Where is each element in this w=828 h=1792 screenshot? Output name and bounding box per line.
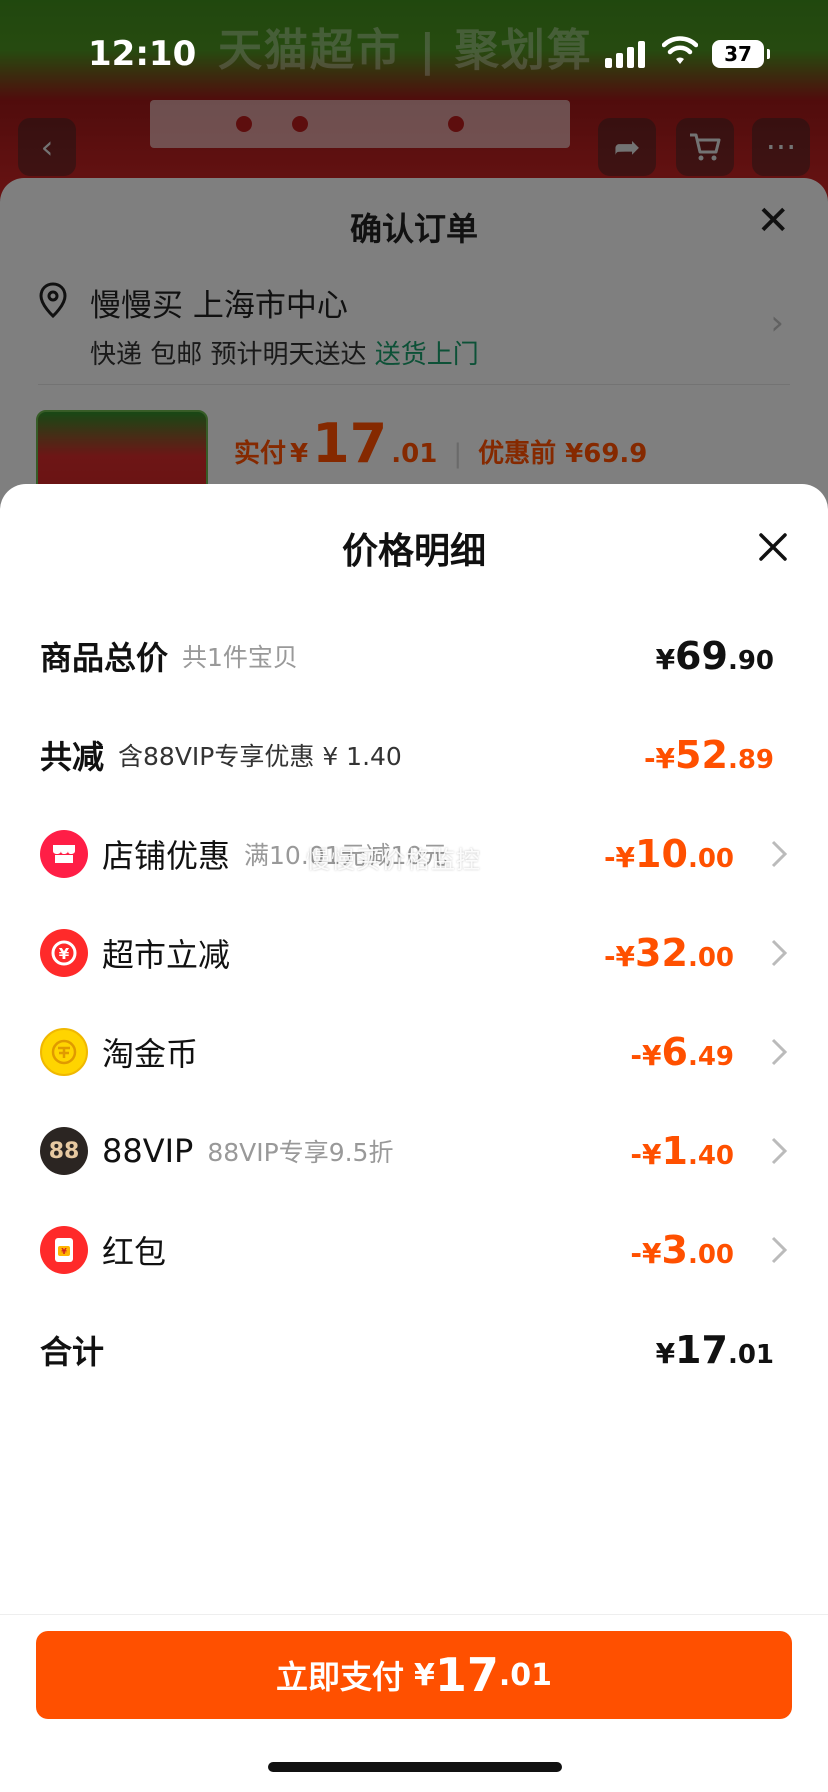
row-supermarket-discount[interactable]: ¥ 超市立减 -¥ 32 .00 — [40, 923, 788, 983]
supermarket-discount-icon: ¥ — [40, 929, 88, 977]
pay-button-decimal: .01 — [498, 1657, 553, 1693]
svg-text:¥: ¥ — [61, 1247, 67, 1256]
pay-button-integer: 17 — [434, 1648, 499, 1702]
status-time: 12:10 — [88, 34, 197, 74]
amount-integer: 3 — [661, 1228, 688, 1272]
row-red-envelope[interactable]: ¥ 红包 -¥ 3 .00 — [40, 1220, 788, 1280]
chevron-right-icon — [771, 1038, 788, 1066]
row-label: 淘金币 — [102, 1035, 199, 1073]
row-label: 店铺优惠 — [102, 837, 231, 875]
row-amount: -¥ 10 .00 — [604, 832, 734, 876]
amount-integer: 32 — [635, 931, 688, 975]
amount-currency: -¥ — [630, 1039, 662, 1072]
gold-coin-icon — [40, 1028, 88, 1076]
chevron-right-icon — [771, 1137, 788, 1165]
row-amount: -¥ 6 .49 — [630, 1030, 734, 1074]
red-envelope-icon: ¥ — [40, 1226, 88, 1274]
row-amount: -¥ 1 .40 — [630, 1129, 734, 1173]
amount-currency: -¥ — [603, 841, 636, 874]
row-label: 88VIP — [102, 1132, 194, 1170]
svg-text:¥: ¥ — [59, 945, 70, 963]
88vip-icon: 88 — [40, 1127, 88, 1175]
battery-icon: 37 — [712, 40, 770, 68]
row-amount: -¥ 32 .00 — [604, 931, 734, 975]
amount-integer: 10 — [635, 832, 688, 876]
row-label: 红包 — [102, 1233, 167, 1271]
row-88vip[interactable]: 88 88VIP 88VIP专享9.5折 -¥ 1 .40 — [40, 1121, 788, 1181]
chevron-right-icon — [771, 1236, 788, 1264]
amount-decimal: .00 — [687, 844, 734, 874]
signal-icon — [605, 40, 645, 68]
chevron-right-icon — [771, 840, 788, 868]
chevron-right-icon — [771, 939, 788, 967]
row-amount: -¥ 3 .00 — [630, 1228, 734, 1272]
amount-decimal: .00 — [687, 1240, 734, 1270]
footer-divider — [0, 1614, 828, 1615]
amount-decimal: .40 — [687, 1141, 734, 1171]
pay-button-label: 立即支付 — [275, 1658, 404, 1696]
pay-button-currency: ¥ — [413, 1657, 435, 1693]
status-bar: 12:10 37 — [0, 0, 828, 110]
store-icon — [40, 830, 88, 878]
wifi-icon — [662, 36, 698, 64]
row-sub: 88VIP专享9.5折 — [207, 1138, 394, 1167]
amount-integer: 6 — [661, 1030, 688, 1074]
amount-decimal: .49 — [687, 1042, 734, 1072]
amount-currency: -¥ — [603, 940, 636, 973]
amount-integer: 1 — [661, 1129, 688, 1173]
row-subtotal-content — [40, 544, 788, 604]
row-gold-coin[interactable]: 淘金币 -¥ 6 .49 — [40, 1022, 788, 1082]
pay-now-button[interactable]: 立即支付 ¥ 17 .01 — [36, 1631, 792, 1719]
amount-currency: -¥ — [630, 1138, 662, 1171]
amount-decimal: .00 — [687, 943, 734, 973]
home-indicator[interactable] — [268, 1762, 562, 1772]
amount-currency: -¥ — [630, 1237, 662, 1270]
row-label: 超市立减 — [102, 936, 231, 974]
watermark: 慢慢买价格监控 — [306, 846, 481, 874]
